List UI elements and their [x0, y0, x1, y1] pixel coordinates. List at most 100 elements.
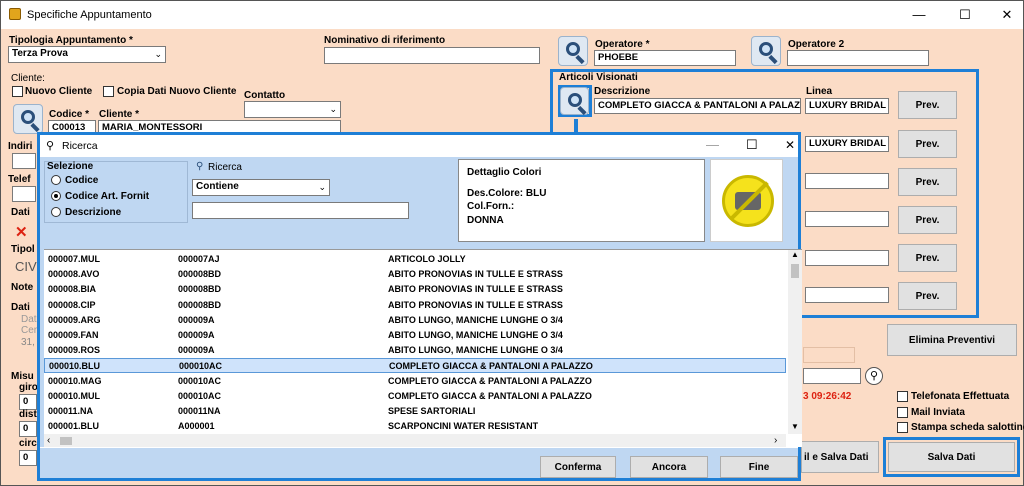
search-articolo-button[interactable] — [560, 87, 589, 116]
option-descrizione-label: Descrizione — [65, 207, 122, 218]
articolo-linea-input[interactable] — [805, 173, 889, 189]
contatto-select[interactable]: ⌄ — [244, 101, 341, 118]
maximize-icon[interactable]: ☐ — [746, 137, 758, 153]
table-row[interactable]: 000008.BIA 000008BD ABITO PRONOVIAS IN TUL… — [44, 282, 786, 297]
tipologia-value: Terza Prova — [12, 48, 68, 59]
dist-input[interactable]: 0 — [19, 421, 37, 437]
prev-button[interactable]: Prev. — [898, 282, 957, 310]
nuovo-cliente-label: Nuovo Cliente — [25, 86, 93, 97]
search-icon-handle — [30, 122, 40, 133]
circ-input[interactable]: 0 — [19, 450, 37, 466]
articolo-linea-input[interactable] — [805, 250, 889, 266]
nuovo-cliente-checkbox[interactable] — [12, 86, 23, 97]
table-row[interactable]: 000008.CIP 000008BD ABITO PRONOVIAS IN TUL… — [44, 298, 786, 313]
ricerca-input[interactable] — [192, 202, 409, 219]
stampa-label: Stampa scheda salottino — [911, 422, 1024, 433]
row-descrizione: COMPLETO GIACCA & PANTALONI A PALAZZO — [389, 361, 593, 372]
articolo-linea-input[interactable]: LUXURY BRIDAL D — [805, 98, 889, 114]
minimize-icon[interactable]: — — [706, 137, 719, 152]
chiudi-salva-button[interactable]: il e Salva Dati — [801, 441, 879, 473]
prev-button[interactable]: Prev. — [898, 130, 957, 158]
prev-button[interactable]: Prev. — [898, 91, 957, 119]
operatore-input[interactable]: PHOEBE — [594, 50, 736, 66]
ricerca-label: Ricerca — [208, 162, 242, 173]
num31-label: 31, — [21, 337, 35, 348]
table-row[interactable]: 000010.MAG 000010AC COMPLETO GIACCA & PANT… — [44, 374, 786, 389]
articolo-linea-input[interactable]: LUXURY BRIDAL D — [805, 136, 889, 152]
radio-codice[interactable] — [51, 175, 61, 185]
radio-descrizione[interactable] — [51, 207, 61, 217]
codice-label: Codice * — [49, 109, 90, 120]
search-operatore-button[interactable] — [558, 36, 588, 66]
scroll-up-icon[interactable]: ▲ — [791, 250, 799, 259]
operatore2-label: Operatore 2 — [788, 39, 845, 50]
articolo-linea-input[interactable] — [805, 211, 889, 227]
table-row[interactable]: 000007.MUL 000007AJ ARTICOLO JOLLY — [44, 252, 786, 267]
indirizzo-input[interactable] — [12, 153, 36, 169]
copia-dati-checkbox[interactable] — [103, 86, 114, 97]
mail-label: Mail Inviata — [911, 407, 965, 418]
table-row[interactable]: 000001.BLU A000001 SCARPONCINI WATER RESIS… — [44, 419, 786, 434]
nominativo-input[interactable] — [324, 47, 540, 64]
ancora-button[interactable]: Ancora — [630, 456, 708, 478]
telefono-input[interactable] — [12, 186, 36, 202]
telefono-label: Telef — [8, 174, 31, 185]
table-row[interactable]: 000009.ROS 000009A ABITO LUNGO, MANICHE LU… — [44, 343, 786, 358]
row-descrizione: ABITO PRONOVIAS IN TULLE E STRASS — [388, 299, 563, 310]
operatore2-input[interactable] — [787, 50, 929, 66]
ricerca-mode-select[interactable]: Contiene ⌄ — [192, 179, 330, 196]
misure-label: Misu — [11, 371, 34, 382]
search-icon: ⚲ — [196, 161, 204, 172]
horizontal-scrollbar[interactable]: ‹ › — [44, 434, 786, 448]
row-descrizione: ABITO LUNGO, MANICHE LUNGHE O 3/4 — [388, 314, 563, 325]
no-image-icon — [722, 175, 774, 227]
scroll-right-icon[interactable]: › — [774, 435, 777, 446]
prev-button[interactable]: Prev. — [898, 168, 957, 196]
search-icon-handle — [575, 54, 585, 65]
salva-dati-button[interactable]: Salva Dati — [888, 442, 1015, 472]
scroll-thumb[interactable] — [791, 264, 799, 278]
prev-button[interactable]: Prev. — [898, 206, 957, 234]
table-row[interactable]: 000011.NA 000011NA SPESE SARTORIALI — [44, 404, 786, 419]
table-row[interactable]: 000010.MUL 000010AC COMPLETO GIACCA & PANT… — [44, 389, 786, 404]
image-placeholder — [710, 159, 783, 242]
dialog-title-bar: ⚲ Ricerca — ☐ ✕ — [40, 135, 798, 157]
search-cliente-button[interactable] — [13, 104, 43, 134]
hscroll-thumb[interactable] — [60, 437, 72, 445]
scroll-left-icon[interactable]: ‹ — [47, 435, 50, 446]
table-row[interactable]: 000008.AVO 000008BD ABITO PRONOVIAS IN TUL… — [44, 267, 786, 282]
giro-input[interactable]: 0 — [19, 394, 37, 410]
stampa-checkbox[interactable] — [897, 422, 908, 433]
table-row[interactable]: 000010.BLU 000010AC COMPLETO GIACCA & PANT… — [44, 358, 786, 374]
window-title: Specifiche Appuntamento — [27, 9, 152, 21]
elimina-preventivi-button[interactable]: Elimina Preventivi — [887, 324, 1017, 356]
dist-label: dist — [19, 409, 37, 420]
row-codice-art: 000009A — [178, 345, 215, 356]
articolo-descrizione-input[interactable]: COMPLETO GIACCA & PANTALONI A PALAZZO — [594, 98, 801, 114]
close-icon[interactable]: ✕ — [785, 138, 795, 152]
telefonata-checkbox[interactable] — [897, 391, 908, 402]
radio-codice-art[interactable] — [51, 191, 61, 201]
vertical-scrollbar[interactable]: ▲ ▼ — [788, 250, 802, 434]
col-forn: Col.Forn.: — [467, 201, 515, 212]
cliente-section-label: Cliente: — [11, 73, 45, 84]
search-icon[interactable]: ⚲ — [865, 367, 883, 385]
table-row[interactable]: 000009.ARG 000009A ABITO LUNGO, MANICHE LU… — [44, 313, 786, 328]
scroll-down-icon[interactable]: ▼ — [791, 422, 799, 431]
articolo-linea-input[interactable] — [805, 287, 889, 303]
search-field[interactable] — [803, 368, 861, 384]
conferma-button[interactable]: Conferma — [540, 456, 616, 478]
mail-checkbox[interactable] — [897, 407, 908, 418]
fine-button[interactable]: Fine — [720, 456, 798, 478]
maximize-icon[interactable]: ☐ — [955, 5, 975, 25]
close-icon[interactable]: ✕ — [997, 5, 1017, 25]
app-icon — [9, 8, 21, 20]
delete-icon[interactable]: ✕ — [15, 223, 28, 241]
prev-button[interactable]: Prev. — [898, 244, 957, 272]
ricerca-dialog: ⚲ Ricerca — ☐ ✕ Selezione Codice Codice … — [37, 132, 802, 481]
minimize-icon[interactable]: — — [909, 5, 929, 25]
search-operatore2-button[interactable] — [751, 36, 781, 66]
table-row[interactable]: 000009.FAN 000009A ABITO LUNGO, MANICHE LU… — [44, 328, 786, 343]
tipologia-select[interactable]: Terza Prova ⌄ — [8, 46, 166, 63]
cliente-name-label: Cliente * — [99, 109, 140, 120]
